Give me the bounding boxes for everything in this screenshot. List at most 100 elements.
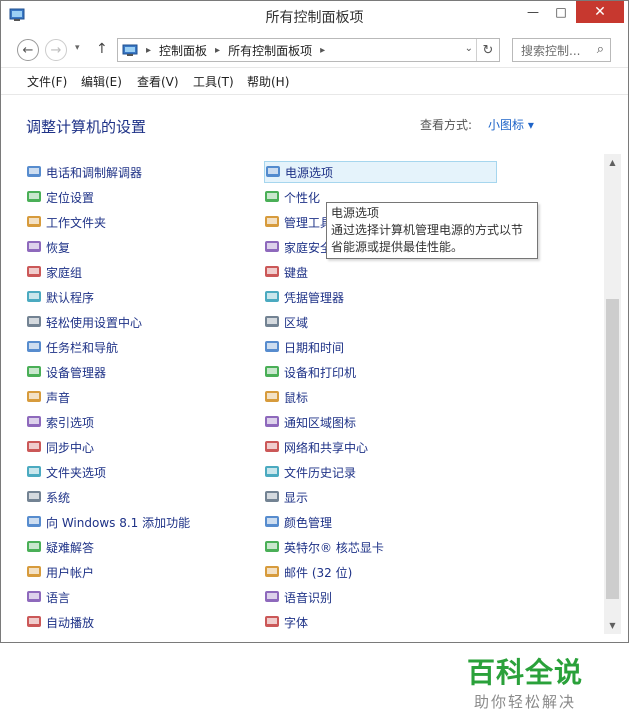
control-panel-item[interactable]: 语言 bbox=[26, 586, 70, 608]
control-panel-item[interactable]: 电源选项 bbox=[264, 161, 497, 183]
maximize-button[interactable]: □ bbox=[547, 1, 575, 23]
ease-of-access-icon bbox=[27, 316, 41, 327]
menu-file[interactable]: 文件(F) bbox=[27, 73, 67, 90]
item-label: 电话和调制解调器 bbox=[46, 165, 143, 180]
menu-tools[interactable]: 工具(T) bbox=[193, 73, 234, 90]
control-panel-item[interactable]: 同步中心 bbox=[26, 436, 94, 458]
control-panel-item[interactable]: 家庭安全 bbox=[264, 236, 332, 258]
control-panel-item[interactable]: 用户帐户 bbox=[26, 561, 94, 583]
scroll-up-arrow-icon[interactable]: ▲ bbox=[604, 154, 621, 171]
address-dropdown-icon[interactable]: ⌄ bbox=[465, 43, 473, 54]
minimize-button[interactable]: — bbox=[519, 1, 547, 23]
control-panel-item[interactable]: 网络和共享中心 bbox=[264, 436, 368, 458]
control-panel-item[interactable]: 文件夹选项 bbox=[26, 461, 106, 483]
control-panel-item[interactable]: 轻松使用设置中心 bbox=[26, 311, 142, 333]
control-panel-item[interactable]: 管理工具 bbox=[264, 211, 332, 233]
control-panel-item[interactable]: 向 Windows 8.1 添加功能 bbox=[26, 511, 190, 533]
item-label: 英特尔® 核芯显卡 bbox=[284, 540, 384, 555]
control-panel-item[interactable]: 文件历史记录 bbox=[264, 461, 356, 483]
item-label: 家庭安全 bbox=[284, 240, 333, 255]
item-label: 凭据管理器 bbox=[284, 290, 345, 305]
control-panel-item[interactable]: 任务栏和导航 bbox=[26, 336, 118, 358]
item-label: 显示 bbox=[284, 490, 309, 505]
control-panel-item[interactable]: 语音识别 bbox=[264, 586, 332, 608]
item-label: 同步中心 bbox=[46, 440, 95, 455]
file-history-icon bbox=[265, 466, 279, 477]
autoplay-icon bbox=[27, 616, 41, 627]
item-label: 文件夹选项 bbox=[46, 465, 107, 480]
date-time-icon bbox=[265, 341, 279, 352]
item-label: 设备管理器 bbox=[46, 365, 107, 380]
up-button[interactable]: ↑ bbox=[96, 41, 108, 57]
region-icon bbox=[265, 316, 279, 327]
control-panel-item[interactable]: 恢复 bbox=[26, 236, 70, 258]
title-bar[interactable]: 所有控制面板项 — □ ✕ bbox=[1, 1, 628, 31]
control-panel-item[interactable]: 通知区域图标 bbox=[264, 411, 356, 433]
menu-view[interactable]: 查看(V) bbox=[137, 73, 179, 90]
control-panel-item[interactable]: 疑难解答 bbox=[26, 536, 94, 558]
menu-edit[interactable]: 编辑(E) bbox=[81, 73, 122, 90]
control-panel-item[interactable]: 显示 bbox=[264, 486, 308, 508]
control-panel-item[interactable]: 定位设置 bbox=[26, 186, 94, 208]
control-panel-item[interactable]: 设备和打印机 bbox=[264, 361, 356, 383]
breadcrumb-separator: ▸ bbox=[320, 44, 326, 56]
control-panel-item[interactable]: 邮件 (32 位) bbox=[264, 561, 352, 583]
breadcrumb-all-items[interactable]: 所有控制面板项 bbox=[228, 42, 312, 59]
control-panel-item[interactable]: 电话和调制解调器 bbox=[26, 161, 142, 183]
control-panel-item[interactable]: 鼠标 bbox=[264, 386, 308, 408]
watermark-subtitle: 助你轻松解决 bbox=[474, 693, 577, 711]
mail-icon bbox=[265, 566, 279, 577]
control-panel-item[interactable]: 颜色管理 bbox=[264, 511, 332, 533]
recent-locations-dropdown[interactable]: ▾ bbox=[75, 43, 80, 53]
view-by-dropdown[interactable]: 小图标 ▾ bbox=[488, 116, 534, 133]
language-icon bbox=[27, 591, 41, 602]
control-panel-item[interactable]: 设备管理器 bbox=[26, 361, 106, 383]
scroll-down-arrow-icon[interactable]: ▼ bbox=[604, 617, 621, 634]
control-panel-item[interactable]: 凭据管理器 bbox=[264, 286, 344, 308]
refresh-button[interactable]: ↻ bbox=[476, 39, 499, 61]
scrollbar-thumb[interactable] bbox=[606, 299, 619, 599]
page-title: 调整计算机的设置 bbox=[26, 118, 147, 136]
control-panel-item[interactable]: 个性化 bbox=[264, 186, 320, 208]
item-label: 颜色管理 bbox=[284, 515, 333, 530]
vertical-scrollbar[interactable]: ▲ ▼ bbox=[604, 154, 621, 634]
control-panel-item[interactable]: 索引选项 bbox=[26, 411, 94, 433]
address-bar[interactable]: ▸ 控制面板 ▸ 所有控制面板项 ▸ ⌄ ↻ bbox=[117, 38, 500, 62]
control-panel-item[interactable]: 自动播放 bbox=[26, 611, 94, 633]
default-programs-icon bbox=[27, 291, 41, 302]
control-panel-item[interactable]: 字体 bbox=[264, 611, 308, 633]
item-label: 字体 bbox=[284, 615, 309, 630]
breadcrumb-control-panel[interactable]: 控制面板 bbox=[159, 42, 207, 59]
control-panel-item[interactable]: 区域 bbox=[264, 311, 308, 333]
item-label: 用户帐户 bbox=[46, 565, 95, 580]
control-panel-item[interactable]: 系统 bbox=[26, 486, 70, 508]
control-panel-item[interactable]: 声音 bbox=[26, 386, 70, 408]
search-icon[interactable]: ⌕ bbox=[597, 42, 604, 57]
control-panel-item[interactable]: 日期和时间 bbox=[264, 336, 344, 358]
tooltip: 电源选项 通过选择计算机管理电源的方式以节省能源或提供最佳性能。 bbox=[326, 202, 538, 259]
item-label: 定位设置 bbox=[46, 190, 95, 205]
back-button[interactable]: ← bbox=[17, 39, 39, 61]
close-button[interactable]: ✕ bbox=[576, 1, 624, 23]
control-panel-item[interactable]: 英特尔® 核芯显卡 bbox=[264, 536, 384, 558]
control-panel-item[interactable]: 默认程序 bbox=[26, 286, 94, 308]
control-panel-item[interactable]: 工作文件夹 bbox=[26, 211, 106, 233]
search-input[interactable] bbox=[519, 40, 591, 62]
indexing-icon bbox=[27, 416, 41, 427]
forward-button[interactable]: → bbox=[45, 39, 67, 61]
user-accounts-icon bbox=[27, 566, 41, 577]
power-options-icon bbox=[266, 166, 280, 177]
item-label: 设备和打印机 bbox=[284, 365, 357, 380]
item-label: 默认程序 bbox=[46, 290, 95, 305]
item-label: 向 Windows 8.1 添加功能 bbox=[46, 515, 191, 530]
control-panel-item[interactable]: 键盘 bbox=[264, 261, 308, 283]
menu-help[interactable]: 帮助(H) bbox=[247, 73, 289, 90]
folder-options-icon bbox=[27, 466, 41, 477]
content-area: 调整计算机的设置 查看方式: 小图标 ▾ 电话和调制解调器 定位设置 工作文件夹 恢复… bbox=[1, 94, 628, 711]
location-icon bbox=[27, 191, 41, 202]
watermark-title: 百科全说 bbox=[467, 656, 584, 689]
system-icon bbox=[27, 491, 41, 502]
control-panel-item[interactable]: 家庭组 bbox=[26, 261, 82, 283]
search-box[interactable]: ⌕ bbox=[512, 38, 611, 62]
taskbar-icon bbox=[27, 341, 41, 352]
